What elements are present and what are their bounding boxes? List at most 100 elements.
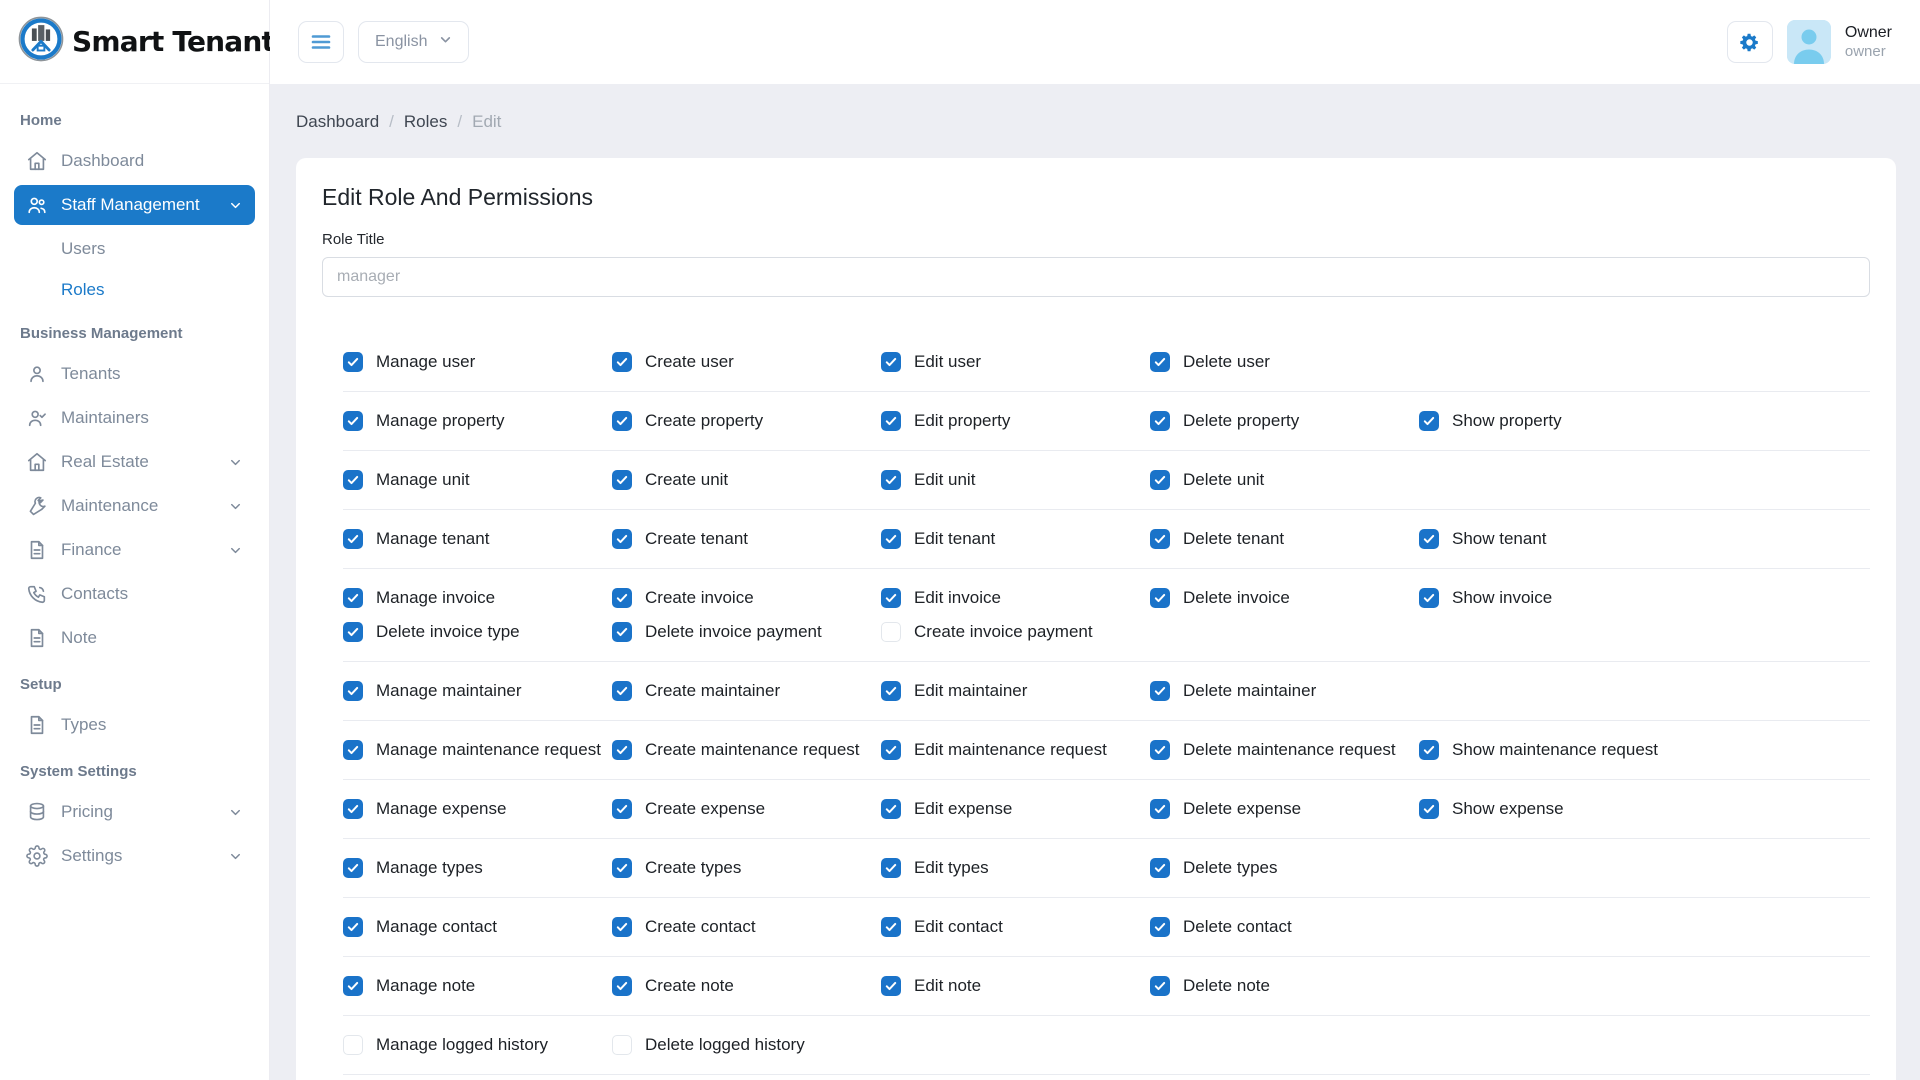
permission-delete-invoice-type[interactable]: Delete invoice type — [343, 619, 612, 645]
permission-label[interactable]: Edit note — [914, 976, 981, 996]
permission-delete-expense[interactable]: Delete expense — [1150, 796, 1419, 822]
permission-label[interactable]: Manage tenant — [376, 529, 489, 549]
sidebar-item-real-estate[interactable]: Real Estate — [14, 442, 255, 482]
permission-label[interactable]: Edit contact — [914, 917, 1003, 937]
sidebar-item-maintainers[interactable]: Maintainers — [14, 398, 255, 438]
permission-label[interactable]: Delete property — [1183, 411, 1299, 431]
permission-label[interactable]: Manage unit — [376, 470, 470, 490]
permission-show-maintenance-request[interactable]: Show maintenance request — [1419, 737, 1688, 763]
permission-create-tenant[interactable]: Create tenant — [612, 526, 881, 552]
permission-label[interactable]: Edit maintenance request — [914, 740, 1107, 760]
permission-label[interactable]: Delete expense — [1183, 799, 1301, 819]
permission-label[interactable]: Manage maintainer — [376, 681, 522, 701]
permission-label[interactable]: Create contact — [645, 917, 756, 937]
permission-label[interactable]: Delete tenant — [1183, 529, 1284, 549]
permission-label[interactable]: Create user — [645, 352, 734, 372]
permission-label[interactable]: Delete user — [1183, 352, 1270, 372]
checkbox-checked[interactable] — [612, 976, 632, 996]
checkbox-checked[interactable] — [881, 588, 901, 608]
checkbox-checked[interactable] — [1150, 976, 1170, 996]
checkbox-checked[interactable] — [881, 917, 901, 937]
checkbox-checked[interactable] — [612, 588, 632, 608]
checkbox-checked[interactable] — [343, 622, 363, 642]
checkbox-checked[interactable] — [881, 976, 901, 996]
permission-delete-types[interactable]: Delete types — [1150, 855, 1419, 881]
checkbox-checked[interactable] — [612, 681, 632, 701]
checkbox-checked[interactable] — [612, 529, 632, 549]
permission-create-expense[interactable]: Create expense — [612, 796, 881, 822]
permission-label[interactable]: Edit property — [914, 411, 1010, 431]
permission-manage-unit[interactable]: Manage unit — [343, 467, 612, 493]
checkbox-checked[interactable] — [343, 470, 363, 490]
permission-edit-user[interactable]: Edit user — [881, 349, 1150, 375]
avatar[interactable] — [1787, 20, 1831, 64]
permission-delete-tenant[interactable]: Delete tenant — [1150, 526, 1419, 552]
permission-manage-contact[interactable]: Manage contact — [343, 914, 612, 940]
checkbox-checked[interactable] — [1419, 799, 1439, 819]
checkbox-checked[interactable] — [1419, 411, 1439, 431]
checkbox-checked[interactable] — [612, 740, 632, 760]
permission-label[interactable]: Edit tenant — [914, 529, 995, 549]
checkbox-checked[interactable] — [881, 411, 901, 431]
checkbox-checked[interactable] — [1419, 740, 1439, 760]
sidebar-item-contacts[interactable]: Contacts — [14, 574, 255, 614]
permission-show-invoice[interactable]: Show invoice — [1419, 585, 1688, 611]
permission-delete-user[interactable]: Delete user — [1150, 349, 1419, 375]
permission-create-user[interactable]: Create user — [612, 349, 881, 375]
permission-show-tenant[interactable]: Show tenant — [1419, 526, 1688, 552]
permission-label[interactable]: Edit user — [914, 352, 981, 372]
permission-label[interactable]: Show invoice — [1452, 588, 1552, 608]
permission-label[interactable]: Manage invoice — [376, 588, 495, 608]
checkbox-checked[interactable] — [881, 740, 901, 760]
permission-show-expense[interactable]: Show expense — [1419, 796, 1688, 822]
permission-edit-note[interactable]: Edit note — [881, 973, 1150, 999]
checkbox-checked[interactable] — [343, 740, 363, 760]
permission-edit-invoice[interactable]: Edit invoice — [881, 585, 1150, 611]
sidebar-item-users[interactable]: Users — [14, 229, 255, 269]
permission-label[interactable]: Edit expense — [914, 799, 1012, 819]
permission-manage-property[interactable]: Manage property — [343, 408, 612, 434]
permission-label[interactable]: Create invoice — [645, 588, 754, 608]
permission-edit-types[interactable]: Edit types — [881, 855, 1150, 881]
permission-label[interactable]: Delete note — [1183, 976, 1270, 996]
permission-create-unit[interactable]: Create unit — [612, 467, 881, 493]
checkbox-checked[interactable] — [1150, 588, 1170, 608]
permission-edit-expense[interactable]: Edit expense — [881, 796, 1150, 822]
permission-label[interactable]: Edit unit — [914, 470, 975, 490]
permission-delete-maintainer[interactable]: Delete maintainer — [1150, 678, 1419, 704]
breadcrumb-item-dashboard[interactable]: Dashboard — [296, 112, 379, 132]
checkbox-checked[interactable] — [612, 917, 632, 937]
permission-delete-property[interactable]: Delete property — [1150, 408, 1419, 434]
permission-label[interactable]: Edit invoice — [914, 588, 1001, 608]
sidebar-item-roles[interactable]: Roles — [14, 270, 255, 310]
permission-label[interactable]: Manage note — [376, 976, 475, 996]
permission-manage-logged-history[interactable]: Manage logged history — [343, 1032, 612, 1058]
permission-label[interactable]: Manage maintenance request — [376, 740, 601, 760]
permission-label[interactable]: Manage logged history — [376, 1035, 548, 1055]
checkbox-checked[interactable] — [881, 858, 901, 878]
checkbox-unchecked[interactable] — [881, 622, 901, 642]
permission-label[interactable]: Delete logged history — [645, 1035, 805, 1055]
menu-toggle-button[interactable] — [298, 21, 344, 63]
checkbox-checked[interactable] — [343, 681, 363, 701]
permission-manage-user[interactable]: Manage user — [343, 349, 612, 375]
permission-create-note[interactable]: Create note — [612, 973, 881, 999]
checkbox-checked[interactable] — [881, 799, 901, 819]
permission-label[interactable]: Show property — [1452, 411, 1562, 431]
permission-edit-tenant[interactable]: Edit tenant — [881, 526, 1150, 552]
permission-label[interactable]: Show tenant — [1452, 529, 1547, 549]
permission-edit-maintainer[interactable]: Edit maintainer — [881, 678, 1150, 704]
sidebar-item-tenants[interactable]: Tenants — [14, 354, 255, 394]
permission-label[interactable]: Delete unit — [1183, 470, 1264, 490]
permission-manage-expense[interactable]: Manage expense — [343, 796, 612, 822]
permission-label[interactable]: Create maintenance request — [645, 740, 860, 760]
checkbox-checked[interactable] — [343, 411, 363, 431]
checkbox-unchecked[interactable] — [343, 1035, 363, 1055]
permission-create-property[interactable]: Create property — [612, 408, 881, 434]
permission-create-types[interactable]: Create types — [612, 855, 881, 881]
checkbox-checked[interactable] — [1150, 470, 1170, 490]
checkbox-checked[interactable] — [343, 858, 363, 878]
permission-label[interactable]: Delete maintainer — [1183, 681, 1316, 701]
permission-label[interactable]: Create tenant — [645, 529, 748, 549]
checkbox-checked[interactable] — [1150, 352, 1170, 372]
